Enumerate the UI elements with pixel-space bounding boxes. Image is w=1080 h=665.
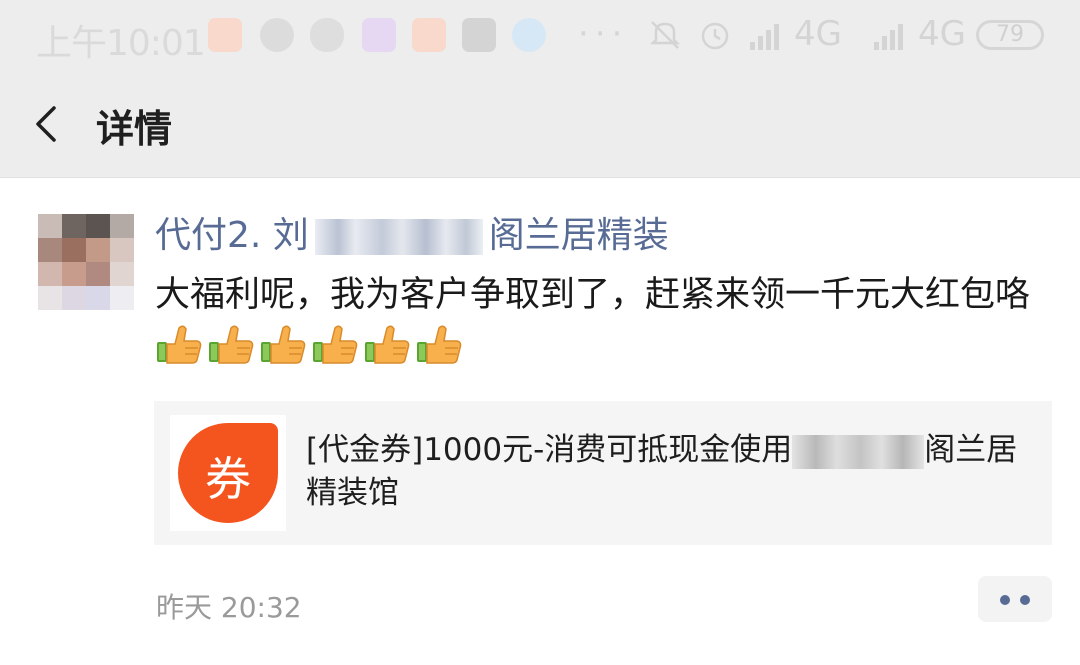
status-time: 上午10:01 [36, 23, 206, 64]
message-text: 大福利呢，我为客户争取到了，赶紧来领一千元大红包咯 [155, 275, 1031, 315]
page-title: 详情 [96, 107, 173, 151]
thumbs-up-icon [415, 322, 463, 366]
thumbs-up-icon [155, 322, 203, 366]
back-arrow-icon[interactable] [28, 104, 68, 144]
network-type-1: 4G [794, 14, 842, 54]
emoji-row [155, 325, 467, 369]
sender-name-prefix: 代付2. 刘 [155, 215, 309, 256]
status-bar: 上午10:01 ··· 4G 4G 79 [0, 0, 1080, 70]
redacted-text [792, 434, 925, 469]
signal-icon-2 [874, 24, 903, 50]
video-app-icon [362, 18, 396, 52]
tiktok-app-icon [462, 18, 496, 52]
thumbs-up-icon [259, 322, 307, 366]
more-options-button[interactable] [978, 576, 1052, 622]
sender-name-suffix: 阁兰居精装 [488, 215, 669, 256]
cloud-app-icon [310, 18, 344, 52]
wechat-app-icon [260, 18, 294, 52]
nav-bar: 详情 [0, 70, 1080, 178]
weibo-app-icon [208, 18, 242, 52]
redacted-text [314, 219, 483, 255]
weibo-app-icon-2 [412, 18, 446, 52]
play-app-icon [512, 18, 546, 52]
more-notifications-icon: ··· [578, 14, 629, 54]
network-type-2: 4G [918, 14, 966, 54]
thumbs-up-icon [207, 322, 255, 366]
post-timestamp: 昨天 20:32 [156, 591, 302, 624]
thumbs-up-icon [311, 322, 359, 366]
thumbs-up-icon [363, 322, 411, 366]
more-dot-icon [1000, 595, 1010, 605]
coupon-icon-label: 券 [205, 452, 251, 506]
coupon-link-card[interactable]: 券 [代金券]1000元-消费可抵现金使用 阁兰居精装馆 [154, 401, 1052, 545]
card-title-prefix: [代金券]1000元-消费可抵现金使用 [306, 432, 793, 468]
sender-name[interactable]: 代付2. 刘 阁兰居精装 [155, 206, 669, 258]
alarm-icon [701, 22, 729, 50]
card-title: [代金券]1000元-消费可抵现金使用 阁兰居精装馆 [306, 429, 1026, 515]
avatar[interactable] [38, 214, 134, 310]
signal-icon [750, 24, 779, 50]
card-thumbnail: 券 [170, 415, 286, 531]
mute-icon [649, 21, 681, 49]
post-message: 大福利呢，我为客户争取到了，赶紧来领一千元大红包咯 [155, 268, 1035, 376]
battery-icon: 79 [976, 20, 1044, 50]
more-dot-icon [1020, 595, 1030, 605]
coupon-icon: 券 [178, 423, 278, 523]
